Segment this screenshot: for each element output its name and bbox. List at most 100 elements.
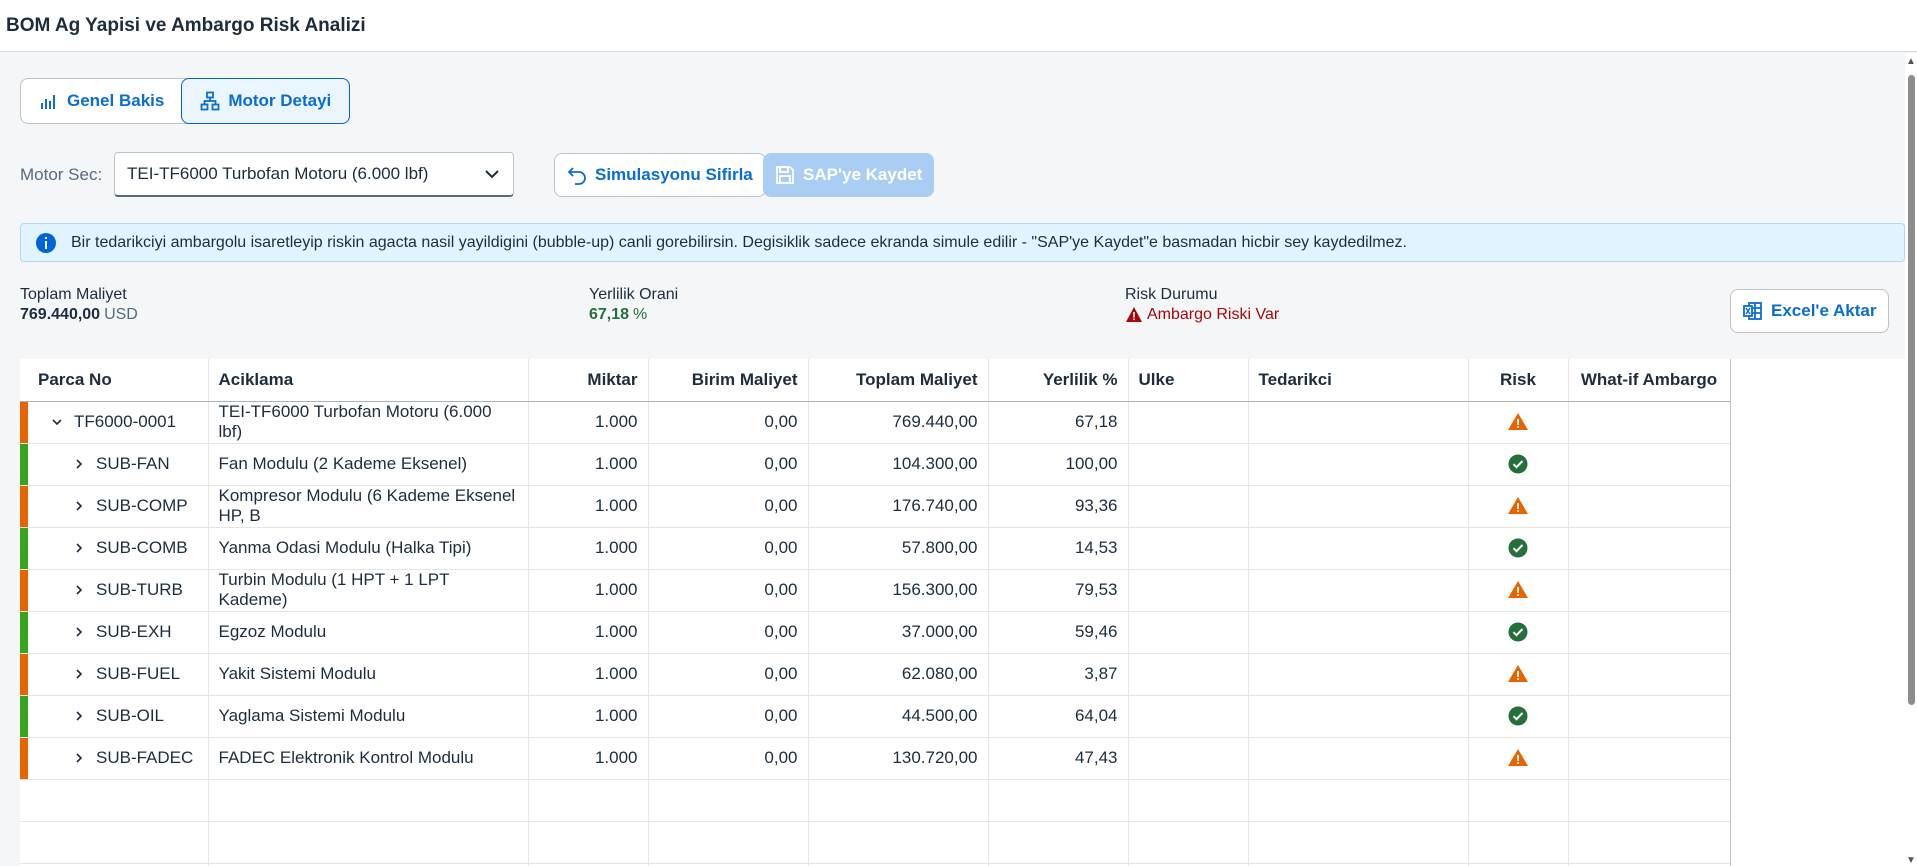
- parca-no-text: SUB-TURB: [96, 580, 183, 599]
- tab-motor-detayi-label: Motor Detayi: [228, 91, 332, 110]
- cell-birim-maliyet: 0,00: [648, 443, 809, 486]
- row-highlight: [20, 569, 28, 612]
- column-header-parca-no[interactable]: Parca No: [28, 359, 209, 402]
- scrollbar-thumb[interactable]: [1908, 75, 1915, 705]
- cell-what-if-ambargo[interactable]: [1568, 401, 1731, 444]
- empty-cell: [1128, 779, 1249, 822]
- reset-simulation-label: Simulasyonu Sifirla: [595, 165, 753, 184]
- tab-motor-detayi[interactable]: Motor Detayi: [181, 78, 351, 124]
- chevron-down-icon[interactable]: [483, 165, 501, 183]
- cell-toplam-maliyet: 176.740,00: [808, 485, 989, 528]
- parca-no-text: SUB-COMB: [96, 538, 188, 557]
- table-row[interactable]: SUB-FAN Fan Modulu (2 Kademe Eksenel) 1.00…: [20, 443, 1731, 486]
- cell-what-if-ambargo[interactable]: [1568, 485, 1731, 528]
- empty-cell: [1468, 779, 1569, 822]
- reset-simulation-button[interactable]: Simulasyonu Sifirla: [554, 153, 766, 197]
- kpi-total-cost-label: Toplam Maliyet: [20, 286, 127, 303]
- parca-no-text: SUB-FADEC: [96, 748, 194, 767]
- cell-ulke: [1128, 611, 1249, 654]
- cell-ulke: [1128, 401, 1249, 444]
- parca-no-text: SUB-FAN: [96, 454, 170, 473]
- cell-birim-maliyet: 0,00: [648, 485, 809, 528]
- chevron-right-icon[interactable]: [72, 583, 86, 597]
- column-header-miktar[interactable]: Miktar: [528, 359, 649, 402]
- cell-what-if-ambargo[interactable]: [1568, 527, 1731, 570]
- cell-risk: [1468, 695, 1569, 738]
- table-row[interactable]: SUB-FUEL Yakit Sistemi Modulu 1.000 0,00 62.…: [20, 653, 1731, 696]
- cell-risk: [1468, 569, 1569, 612]
- app-title: BOM Ag Yapisi ve Ambargo Risk Analizi: [6, 14, 366, 36]
- motor-select[interactable]: TEI-TF6000 Turbofan Motoru (6.000 lbf): [114, 152, 514, 197]
- chevron-right-icon[interactable]: [72, 457, 86, 471]
- cell-aciklama: Yakit Sistemi Modulu: [208, 653, 529, 696]
- cell-what-if-ambargo[interactable]: [1568, 695, 1731, 738]
- chevron-right-icon[interactable]: [72, 751, 86, 765]
- table-row[interactable]: SUB-FADEC FADEC Elektronik Kontrol Modulu…: [20, 737, 1731, 780]
- cell-parca-no: SUB-TURB: [28, 569, 209, 612]
- column-header-tedarikci[interactable]: Tedarikci: [1248, 359, 1469, 402]
- cell-aciklama: Kompresor Modulu (6 Kademe Eksenel HP, B: [208, 485, 529, 528]
- column-header-what-if-ambargo[interactable]: What-if Ambargo: [1568, 359, 1731, 402]
- column-header-yerlilik[interactable]: Yerlilik %: [988, 359, 1129, 402]
- cell-yerlilik: 14,53: [988, 527, 1129, 570]
- table-row[interactable]: SUB-OIL Yaglama Sistemi Modulu 1.000 0,00 44…: [20, 695, 1731, 738]
- cell-miktar: 1.000: [528, 737, 649, 780]
- empty-cell: [20, 821, 28, 864]
- table-row[interactable]: SUB-COMB Yanma Odasi Modulu (Halka Tipi) 1…: [20, 527, 1731, 570]
- bar-chart-icon: [41, 95, 55, 109]
- empty-cell: [808, 779, 989, 822]
- cell-birim-maliyet: 0,00: [648, 611, 809, 654]
- cell-ulke: [1128, 485, 1249, 528]
- tab-genel-bakis-label: Genel Bakis: [67, 91, 165, 110]
- chevron-right-icon[interactable]: [72, 541, 86, 555]
- scroll-up-arrow[interactable]: ▲: [1906, 57, 1916, 67]
- table-row[interactable]: SUB-EXH Egzoz Modulu 1.000 0,00 37.000,00 59,…: [20, 611, 1731, 654]
- empty-cell: [208, 821, 529, 864]
- cell-birim-maliyet: 0,00: [648, 653, 809, 696]
- table-row[interactable]: TF6000-0001 TEI-TF6000 Turbofan Motoru (6…: [20, 401, 1731, 444]
- kpi-total-cost: Toplam Maliyet 769.440,00 USD: [20, 286, 138, 324]
- cell-risk: [1468, 443, 1569, 486]
- cell-tedarikci: [1248, 653, 1469, 696]
- chevron-right-icon[interactable]: [72, 709, 86, 723]
- row-highlight: [20, 485, 28, 528]
- chevron-down-icon[interactable]: [50, 415, 64, 429]
- table-row[interactable]: SUB-COMP Kompresor Modulu (6 Kademe Eksen…: [20, 485, 1731, 528]
- tab-genel-bakis[interactable]: Genel Bakis: [21, 79, 182, 123]
- cell-what-if-ambargo[interactable]: [1568, 611, 1731, 654]
- cell-aciklama: Egzoz Modulu: [208, 611, 529, 654]
- column-header-ulke[interactable]: Ulke: [1128, 359, 1249, 402]
- kpi-locality: Yerlilik Orani 67,18 %: [589, 286, 678, 324]
- cell-ulke: [1128, 737, 1249, 780]
- cell-yerlilik: 47,43: [988, 737, 1129, 780]
- column-header-toplam-maliyet[interactable]: Toplam Maliyet: [808, 359, 989, 402]
- warning-icon: [1508, 749, 1528, 766]
- chevron-right-icon[interactable]: [72, 625, 86, 639]
- cell-parca-no: SUB-EXH: [28, 611, 209, 654]
- shell-bar: BOM Ag Yapisi ve Ambargo Risk Analizi: [0, 0, 1917, 52]
- cell-parca-no: SUB-FUEL: [28, 653, 209, 696]
- cell-ulke: [1128, 527, 1249, 570]
- cell-what-if-ambargo[interactable]: [1568, 569, 1731, 612]
- save-to-sap-button[interactable]: SAP'ye Kaydet: [763, 153, 935, 197]
- empty-cell: [808, 821, 989, 864]
- cell-miktar: 1.000: [528, 569, 649, 612]
- chevron-right-icon[interactable]: [72, 667, 86, 681]
- cell-tedarikci: [1248, 485, 1469, 528]
- column-header-risk[interactable]: Risk: [1468, 359, 1569, 402]
- chevron-right-icon[interactable]: [72, 499, 86, 513]
- cell-what-if-ambargo[interactable]: [1568, 443, 1731, 486]
- cell-parca-no: SUB-COMP: [28, 485, 209, 528]
- scroll-down-arrow[interactable]: ▼: [1906, 856, 1916, 866]
- cell-parca-no: SUB-OIL: [28, 695, 209, 738]
- column-header-aciklama[interactable]: Aciklama: [208, 359, 529, 402]
- kpi-risk-label: Risk Durumu: [1125, 286, 1218, 303]
- table-row[interactable]: SUB-TURB Turbin Modulu (1 HPT + 1 LPT Kad…: [20, 569, 1731, 612]
- column-header-birim-maliyet[interactable]: Birim Maliyet: [648, 359, 809, 402]
- cell-what-if-ambargo[interactable]: [1568, 653, 1731, 696]
- cell-yerlilik: 79,53: [988, 569, 1129, 612]
- row-highlight: [20, 653, 28, 696]
- export-excel-button[interactable]: Excel'e Aktar: [1730, 289, 1890, 333]
- cell-what-if-ambargo[interactable]: [1568, 737, 1731, 780]
- page-scrollbar[interactable]: ▲ ▼: [1905, 53, 1917, 866]
